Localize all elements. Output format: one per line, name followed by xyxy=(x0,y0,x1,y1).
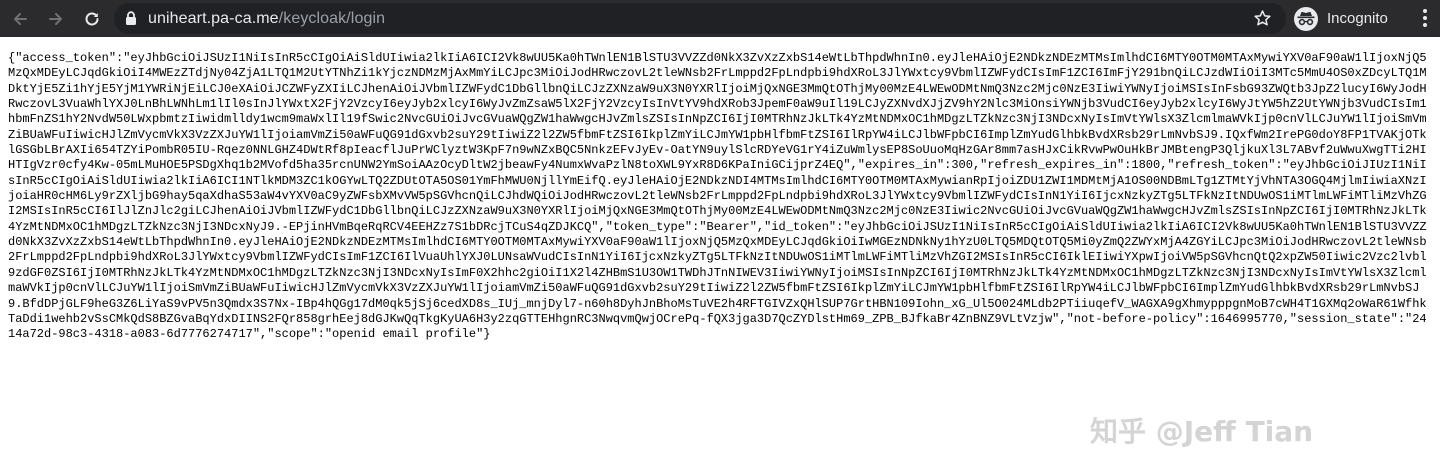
back-button[interactable] xyxy=(6,5,34,33)
browser-toolbar: uniheart.pa-ca.me/keycloak/login Incogni… xyxy=(0,0,1440,37)
arrow-right-icon xyxy=(49,12,62,25)
incognito-icon xyxy=(1294,6,1318,31)
forward-button[interactable] xyxy=(42,5,70,33)
lock-icon[interactable] xyxy=(125,11,139,27)
incognito-label: Incognito xyxy=(1327,10,1388,27)
incognito-indicator[interactable]: Incognito xyxy=(1294,5,1388,32)
url-host: uniheart.pa-ca.me xyxy=(148,9,279,27)
reload-button[interactable] xyxy=(78,5,106,33)
reload-icon xyxy=(85,12,99,25)
page-content: {"access_token":"eyJhbGciOiJSUzI1NiIsInR… xyxy=(8,51,1430,455)
url-path: /keycloak/login xyxy=(278,9,386,27)
star-icon[interactable] xyxy=(1253,9,1272,33)
address-bar[interactable]: uniheart.pa-ca.me/keycloak/login xyxy=(114,3,1286,34)
url-text[interactable]: uniheart.pa-ca.me/keycloak/login xyxy=(148,10,385,28)
kebab-menu-icon[interactable] xyxy=(1422,8,1428,33)
json-response-body: {"access_token":"eyJhbGciOiJSUzI1NiIsInR… xyxy=(8,51,1427,342)
arrow-left-icon xyxy=(14,12,27,25)
